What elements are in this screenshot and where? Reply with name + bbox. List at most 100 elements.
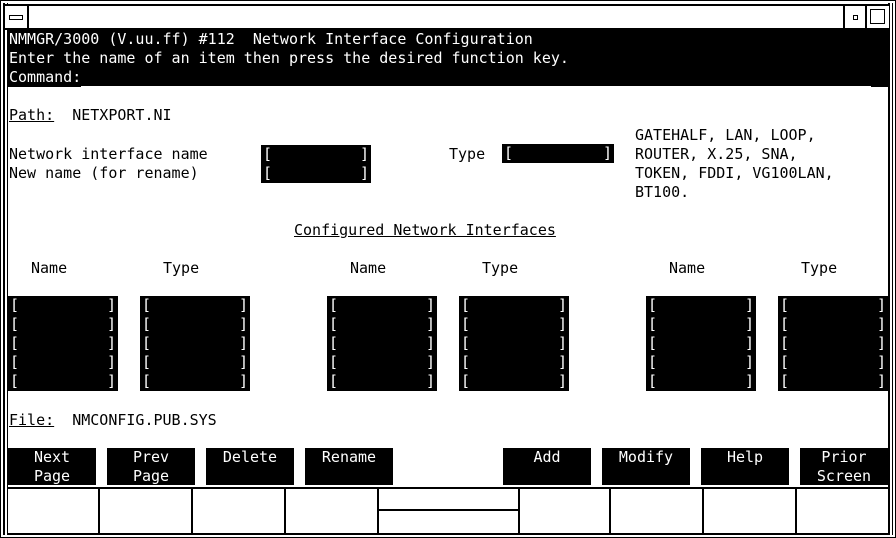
grid-input[interactable]: [341, 335, 423, 350]
grid-input[interactable]: [341, 354, 423, 369]
path-row: Path: NETXPORT.NI: [9, 106, 172, 125]
type-field[interactable]: []: [502, 144, 614, 163]
grid-input[interactable]: [792, 297, 874, 312]
grid-field-type[interactable]: []: [140, 315, 250, 334]
grid-input[interactable]: [792, 316, 874, 331]
grid-field-type[interactable]: []: [140, 353, 250, 372]
grid-column-type-2: [][][][][]: [459, 296, 569, 391]
grid-field-name[interactable]: []: [8, 315, 118, 334]
grid-input[interactable]: [660, 316, 742, 331]
grid-field-type[interactable]: []: [459, 372, 569, 391]
type-options-line-3: TOKEN, FDDI, VG100LAN,: [635, 164, 834, 182]
grid-field-type[interactable]: []: [459, 315, 569, 334]
grid-field-type[interactable]: []: [778, 353, 888, 372]
file-row: File: NMCONFIG.PUB.SYS: [9, 411, 217, 430]
function-key-bar: [8, 487, 888, 535]
screen-title: NMMGR/3000 (V.uu.ff) #112 Network Interf…: [9, 30, 533, 48]
grid-field-name[interactable]: []: [646, 353, 756, 372]
new-name-field[interactable]: []: [261, 164, 371, 183]
grid-field-name[interactable]: []: [646, 315, 756, 334]
ni-name-input[interactable]: [275, 146, 357, 161]
grid-field-type[interactable]: []: [459, 353, 569, 372]
command-label: Command:: [9, 68, 82, 86]
grid-field-name[interactable]: []: [646, 296, 756, 315]
type-input[interactable]: [516, 145, 600, 160]
grid-field-type[interactable]: []: [140, 296, 250, 315]
path-value: NETXPORT.NI: [72, 106, 172, 124]
fkey-rename-button[interactable]: Rename: [305, 448, 393, 485]
grid-field-type[interactable]: []: [459, 334, 569, 353]
grid-column-name-1: [][][][][]: [8, 296, 118, 391]
grid-input[interactable]: [660, 297, 742, 312]
grid-input[interactable]: [473, 297, 555, 312]
window-menu-icon: [9, 15, 23, 20]
grid-input[interactable]: [154, 316, 236, 331]
grid-input[interactable]: [473, 354, 555, 369]
grid-field-name[interactable]: []: [327, 315, 437, 334]
grid-input[interactable]: [473, 335, 555, 350]
maximize-button[interactable]: [865, 6, 889, 28]
grid-input[interactable]: [792, 354, 874, 369]
grid-input[interactable]: [154, 297, 236, 312]
grid-field-type[interactable]: []: [778, 372, 888, 391]
grid-field-type[interactable]: []: [778, 315, 888, 334]
grid-input[interactable]: [473, 316, 555, 331]
grid-input[interactable]: [22, 297, 104, 312]
grid-field-type[interactable]: []: [778, 334, 888, 353]
fkey-modify-button[interactable]: Modify: [602, 448, 690, 485]
command-input[interactable]: [81, 72, 872, 87]
grid-input[interactable]: [22, 335, 104, 350]
grid-input[interactable]: [341, 373, 423, 388]
grid-field-name[interactable]: []: [8, 334, 118, 353]
grid-field-name[interactable]: []: [327, 296, 437, 315]
grid-field-name[interactable]: []: [8, 372, 118, 391]
fkey-next-page-button[interactable]: Next Page: [8, 448, 96, 485]
grid-input[interactable]: [473, 373, 555, 388]
ni-name-label: Network interface name: [9, 145, 208, 163]
screen-header: NMMGR/3000 (V.uu.ff) #112 Network Interf…: [8, 30, 888, 87]
grid-field-type[interactable]: []: [140, 372, 250, 391]
new-name-input[interactable]: [275, 165, 357, 180]
grid-field-type[interactable]: []: [459, 296, 569, 315]
fkey-add-button[interactable]: Add: [503, 448, 591, 485]
grid-field-name[interactable]: []: [646, 334, 756, 353]
grid-input[interactable]: [660, 335, 742, 350]
grid-input[interactable]: [660, 373, 742, 388]
grid-field-name[interactable]: []: [327, 353, 437, 372]
col-header-name-2: Name: [350, 259, 387, 277]
grid-input[interactable]: [341, 297, 423, 312]
grid-field-name[interactable]: []: [8, 353, 118, 372]
grid-column-name-2: [][][][][]: [327, 296, 437, 391]
new-name-label: New name (for rename): [9, 164, 199, 182]
fkey-help-button[interactable]: Help: [701, 448, 789, 485]
grid-input[interactable]: [154, 335, 236, 350]
grid-field-name[interactable]: []: [327, 334, 437, 353]
grid-input[interactable]: [792, 335, 874, 350]
grid-field-name[interactable]: []: [646, 372, 756, 391]
grid-field-type[interactable]: []: [778, 296, 888, 315]
fkey-delete-button[interactable]: Delete: [206, 448, 294, 485]
path-label: Path:: [9, 106, 55, 124]
grid-field-name[interactable]: []: [327, 372, 437, 391]
grid-field-type[interactable]: []: [140, 334, 250, 353]
type-options-line-4: BT100.: [635, 183, 690, 201]
title-bar[interactable]: [5, 4, 889, 30]
grid-input[interactable]: [660, 354, 742, 369]
grid-field-name[interactable]: []: [8, 296, 118, 315]
ni-name-field[interactable]: []: [261, 145, 371, 164]
col-header-type-2: Type: [482, 259, 519, 277]
grid-input[interactable]: [154, 373, 236, 388]
grid-input[interactable]: [154, 354, 236, 369]
fkey-prev-page-button[interactable]: Prev Page: [107, 448, 195, 485]
fkey-prior-screen-button[interactable]: Prior Screen: [800, 448, 888, 485]
type-options-line-1: GATEHALF, LAN, LOOP,: [635, 126, 816, 144]
file-label: File:: [9, 411, 55, 429]
grid-input[interactable]: [792, 373, 874, 388]
type-label: Type: [449, 145, 486, 163]
grid-input[interactable]: [22, 354, 104, 369]
grid-input[interactable]: [22, 373, 104, 388]
grid-input[interactable]: [341, 316, 423, 331]
minimize-button[interactable]: [843, 6, 867, 28]
grid-input[interactable]: [22, 316, 104, 331]
window-menu-button[interactable]: [5, 6, 29, 28]
